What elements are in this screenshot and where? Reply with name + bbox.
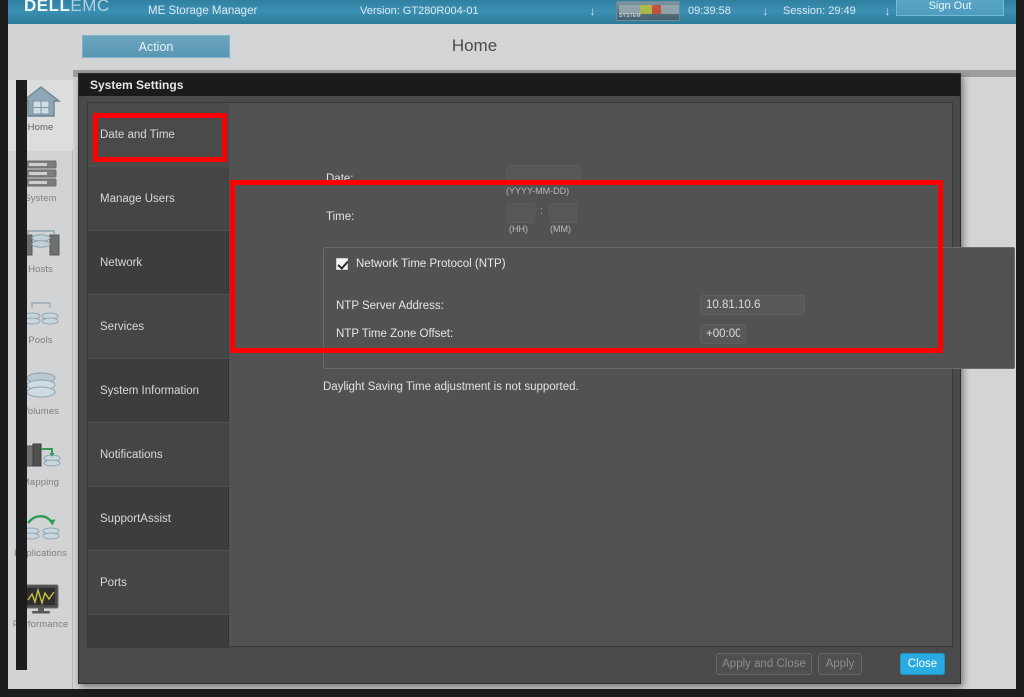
frame-left-edge (0, 0, 8, 697)
tab-manage-users[interactable]: Manage Users (88, 167, 229, 231)
tab-supportassist[interactable]: SupportAssist (88, 487, 229, 551)
tab-label: System Information (100, 384, 200, 397)
apply-button[interactable]: Apply (818, 653, 862, 675)
top-bar: DELLEMC ME Storage Manager Version: GT28… (8, 0, 1016, 24)
ntp-offset-label: NTP Time Zone Offset: (336, 328, 454, 340)
date-input[interactable] (506, 165, 581, 185)
frame-bottom-edge (0, 689, 1024, 697)
tab-notifications[interactable]: Notifications (88, 423, 229, 487)
tab-label: Manage Users (100, 192, 175, 205)
daylight-saving-note: Daylight Saving Time adjustment is not s… (323, 381, 579, 393)
tab-label: SupportAssist (100, 512, 171, 525)
settings-tab-list: Date and Time Manage Users Network Servi… (88, 103, 229, 648)
dropdown-arrow-icon-3[interactable]: ↓ (882, 5, 893, 19)
ntp-enable-row[interactable]: Network Time Protocol (NTP) (336, 258, 506, 270)
tab-services[interactable]: Services (88, 295, 229, 359)
tab-network[interactable]: Network (88, 231, 229, 295)
apply-and-close-button[interactable]: Apply and Close (716, 653, 812, 675)
tab-label: Notifications (100, 448, 163, 461)
ntp-server-label: NTP Server Address: (336, 300, 444, 312)
tab-system-information[interactable]: System Information (88, 359, 229, 423)
session-timer-label: Session: 29:49 (783, 5, 856, 17)
frame-right-edge (1016, 0, 1024, 697)
minute-format-hint: (MM) (550, 224, 571, 234)
dialog-footer: Apply and Close Apply Close (79, 646, 962, 683)
dropdown-arrow-icon-2[interactable]: ↓ (760, 5, 771, 19)
tab-label: Ports (100, 576, 127, 589)
tab-label: Network (100, 256, 143, 269)
time-hour-input[interactable] (507, 203, 535, 223)
rail-dark-edge (16, 80, 27, 670)
date-label: Date: (326, 173, 354, 185)
ntp-server-input[interactable] (700, 295, 805, 315)
app-title: ME Storage Manager (148, 5, 258, 17)
ntp-group: Network Time Protocol (NTP) NTP Server A… (323, 247, 1015, 369)
main-content-area: Action Home System Settings Date and Tim… (73, 24, 1016, 689)
dialog-title: System Settings (79, 74, 960, 96)
close-button[interactable]: Close (900, 653, 945, 675)
page-title: Home (451, 36, 498, 55)
version-label: Version: GT280R004-01 (360, 5, 479, 17)
time-separator: : (540, 205, 544, 217)
dropdown-arrow-icon-1[interactable]: ↓ (587, 5, 598, 19)
clock-label: 09:39:58 (688, 5, 731, 17)
dell-emc-logo: DELLEMC (24, 0, 110, 16)
date-and-time-panel: Date: (YYYY-MM-DD) Time: : (HH) (MM) Net… (229, 103, 1015, 646)
sign-out-button[interactable]: Sign Out (896, 0, 1004, 16)
app-root: DELLEMC ME Storage Manager Version: GT28… (0, 0, 1024, 697)
dialog-body: Date and Time Manage Users Network Servi… (87, 102, 1015, 648)
ntp-checkbox[interactable] (336, 258, 348, 270)
tab-label: Services (100, 320, 145, 333)
health-widget-label: SYSTEM (619, 13, 641, 19)
ntp-checkbox-label: Network Time Protocol (NTP) (356, 258, 506, 270)
time-label: Time: (326, 211, 355, 223)
date-format-hint: (YYYY-MM-DD) (506, 186, 570, 196)
time-minute-input[interactable] (549, 203, 577, 223)
tab-ports[interactable]: Ports (88, 551, 229, 615)
brand-dell: DELL (24, 0, 71, 15)
hour-format-hint: (HH) (509, 224, 528, 234)
system-health-widget[interactable]: SYSTEM (616, 1, 680, 21)
tab-label: Date and Time (100, 128, 175, 141)
system-settings-dialog: System Settings Date and Time Manage Use… (78, 73, 1015, 684)
tab-date-and-time[interactable]: Date and Time (88, 103, 229, 167)
ntp-offset-input[interactable] (700, 324, 746, 344)
left-nav-rail: Home System Hosts Pools Volumes Mapping … (8, 24, 73, 689)
brand-emc: EMC (70, 0, 110, 15)
